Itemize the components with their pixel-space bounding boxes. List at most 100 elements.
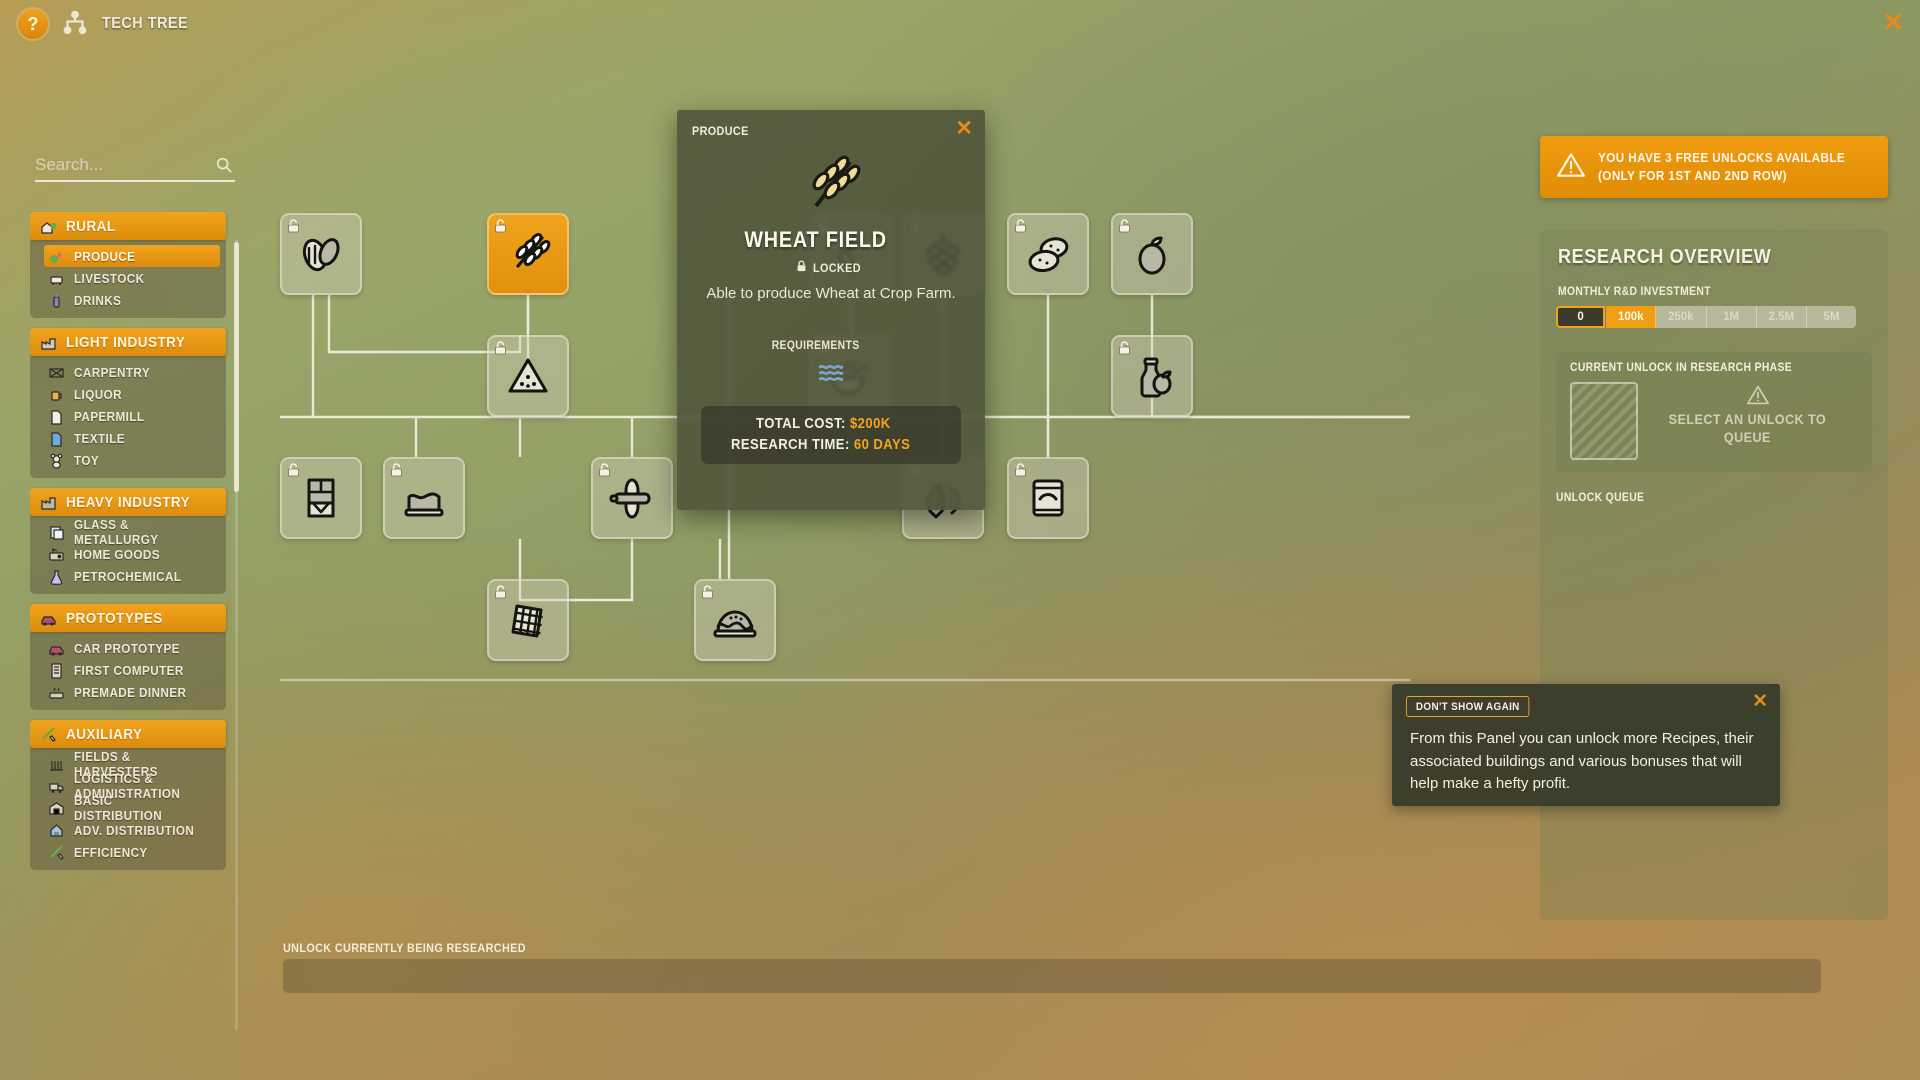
sidebar-item-produce[interactable]: PRODUCE — [44, 245, 220, 267]
search-row[interactable] — [35, 155, 235, 182]
sidebar-item-papermill[interactable]: PAPERMILL — [44, 405, 216, 427]
lock-icon — [494, 341, 507, 355]
top-bar: ? TECH TREE ✕ — [0, 0, 1920, 48]
wheat-node[interactable] — [487, 213, 569, 295]
sidebar-item-label: ADV. DISTRIBUTION — [74, 822, 195, 838]
research-overview-panel: RESEARCH OVERVIEW MONTHLY R&D INVESTMENT… — [1540, 230, 1888, 920]
sidebar-item-petrochemical[interactable]: PETROCHEMICAL — [44, 565, 216, 587]
waffle-node[interactable] — [487, 579, 569, 661]
search-icon[interactable] — [215, 156, 233, 179]
sidebar-item-label: PREMADE DINNER — [74, 684, 187, 700]
sidebar-item-livestock[interactable]: LIVESTOCK — [44, 267, 216, 289]
lock-icon — [701, 585, 714, 599]
popup-description: Able to produce Wheat at Crop Farm. — [706, 285, 956, 302]
lock-icon — [287, 463, 300, 477]
sidebar-item-toy[interactable]: TOY — [44, 449, 216, 471]
popup-cost-box: TOTAL COST: $200K RESEARCH TIME: 60 DAYS — [701, 406, 961, 464]
close-icon[interactable]: ✕ — [1882, 9, 1904, 35]
sidebar-item-textile[interactable]: TEXTILE — [44, 427, 216, 449]
research-overview-title: RESEARCH OVERVIEW — [1558, 246, 1772, 268]
sidebar-item-label: LIVESTOCK — [74, 270, 145, 286]
category-list[interactable]: RURAL PRODUCE LIVESTOCK DRINKS LIGHT INDUSTR… — [30, 212, 244, 1032]
sidebar-group-header[interactable]: RURAL — [30, 212, 226, 240]
sidebar-group-header[interactable]: HEAVY INDUSTRY — [30, 488, 226, 516]
investment-step-selector[interactable]: 0 100k 250k 1M 2.5M 5M — [1556, 306, 1856, 328]
potato-icon — [1022, 228, 1074, 280]
sidebar: RURAL PRODUCE LIVESTOCK DRINKS LIGHT INDUSTR… — [30, 155, 252, 1035]
pie-node[interactable] — [694, 579, 776, 661]
investment-step-250k[interactable]: 250k — [1656, 306, 1707, 328]
lock-icon — [796, 260, 807, 275]
lock-icon — [598, 463, 611, 477]
farm-icon — [40, 218, 57, 235]
chocolate-node[interactable] — [280, 457, 362, 539]
sidebar-item-carpentry[interactable]: CARPENTRY — [44, 361, 216, 383]
fruit-node[interactable] — [1111, 213, 1193, 295]
sidebar-group-header[interactable]: PROTOTYPES — [30, 604, 226, 632]
water-icon — [818, 362, 844, 389]
radio-icon — [48, 546, 65, 563]
popup-close-icon[interactable]: ✕ — [955, 118, 973, 139]
chips-node[interactable] — [1007, 457, 1089, 539]
tech-tree-icon — [60, 9, 90, 39]
sidebar-group-header[interactable]: AUXILIARY — [30, 720, 226, 748]
wheat-icon — [794, 152, 868, 216]
investment-step-2.5m[interactable]: 2.5M — [1757, 306, 1807, 328]
sidebar-item-drinks[interactable]: DRINKS — [44, 289, 216, 311]
sidebar-scrollbar-thumb[interactable] — [234, 242, 239, 492]
investment-step-100k[interactable]: 100k — [1606, 306, 1657, 328]
food-processor-node[interactable] — [591, 457, 673, 539]
sidebar-item-glass-metallurgy[interactable]: GLASS & METALLURGY — [44, 517, 216, 547]
sidebar-item-premade-dinner[interactable]: PREMADE DINNER — [44, 681, 216, 703]
unlock-detail-popup[interactable]: PRODUCE ✕ WHEAT FIELD LOCKED Able to pro… — [677, 110, 985, 510]
investment-step-0[interactable]: 0 — [1556, 306, 1607, 328]
oil-node[interactable] — [1111, 335, 1193, 417]
investment-step-5m[interactable]: 5M — [1807, 306, 1856, 328]
sidebar-item-efficiency[interactable]: EFFICIENCY — [44, 841, 216, 863]
popup-research-time-value: 60 DAYS — [854, 437, 911, 453]
current-research-phase-box: CURRENT UNLOCK IN RESEARCH PHASE SELECT … — [1556, 352, 1872, 472]
fabric-icon — [48, 430, 65, 447]
sidebar-item-first-computer[interactable]: FIRST COMPUTER — [44, 659, 216, 681]
sidebar-item-label: BASIC DISTRIBUTION — [74, 793, 163, 823]
popup-requirement-icons — [677, 362, 985, 389]
warehouse-icon — [48, 800, 65, 817]
sugar-node[interactable] — [487, 335, 569, 417]
currently-researched-bar[interactable] — [283, 959, 1821, 993]
adv-warehouse-icon — [48, 822, 65, 839]
sidebar-item-adv-distribution[interactable]: ADV. DISTRIBUTION — [44, 819, 216, 841]
hint-close-icon[interactable]: ✕ — [1752, 692, 1768, 711]
sidebar-item-label: LIQUOR — [74, 386, 122, 402]
car-icon — [40, 610, 57, 627]
search-input[interactable] — [35, 155, 195, 175]
lock-icon — [390, 463, 403, 477]
computer-icon — [48, 662, 65, 679]
free-unlocks-banner[interactable]: YOU HAVE 3 FREE UNLOCKS AVAILABLE (ONLY … — [1540, 136, 1888, 198]
chocolate-bar-icon — [295, 472, 347, 524]
currently-researched-label: UNLOCK CURRENTLY BEING RESEARCHED — [283, 941, 526, 955]
cake-icon — [398, 472, 450, 524]
oil-bottle-icon — [1126, 350, 1178, 402]
lock-icon — [494, 585, 507, 599]
research-phase-placeholder[interactable] — [1570, 382, 1638, 460]
cake-node[interactable] — [383, 457, 465, 539]
popup-total-cost: TOTAL COST: $200K — [756, 414, 891, 435]
popup-status-label: LOCKED — [812, 260, 861, 275]
pie-icon — [709, 594, 761, 646]
sidebar-group-items: FIELDS & HARVESTERS LOGISTICS & ADMINISTR… — [30, 748, 226, 870]
sugar-pile-icon — [502, 350, 554, 402]
cocoa-node[interactable] — [280, 213, 362, 295]
dont-show-again-button[interactable]: DON'T SHOW AGAIN — [1406, 696, 1530, 717]
sidebar-item-car-prototype[interactable]: CAR PROTOTYPE — [44, 637, 216, 659]
sidebar-item-liquor[interactable]: LIQUOR — [44, 383, 216, 405]
sidebar-item-label: PRODUCE — [74, 248, 136, 264]
sidebar-item-basic-distribution[interactable]: BASIC DISTRIBUTION — [44, 793, 216, 823]
beer-mug-icon — [48, 386, 65, 403]
potato-node[interactable] — [1007, 213, 1089, 295]
investment-step-1m[interactable]: 1M — [1707, 306, 1757, 328]
sidebar-group-label: RURAL — [66, 217, 116, 235]
sidebar-group-header[interactable]: LIGHT INDUSTRY — [30, 328, 226, 356]
popup-requirements-label: REQUIREMENTS — [771, 340, 860, 352]
help-button[interactable]: ? — [18, 9, 48, 39]
sidebar-group-items: CAR PROTOTYPE FIRST COMPUTER PREMADE DINNE… — [30, 632, 226, 710]
